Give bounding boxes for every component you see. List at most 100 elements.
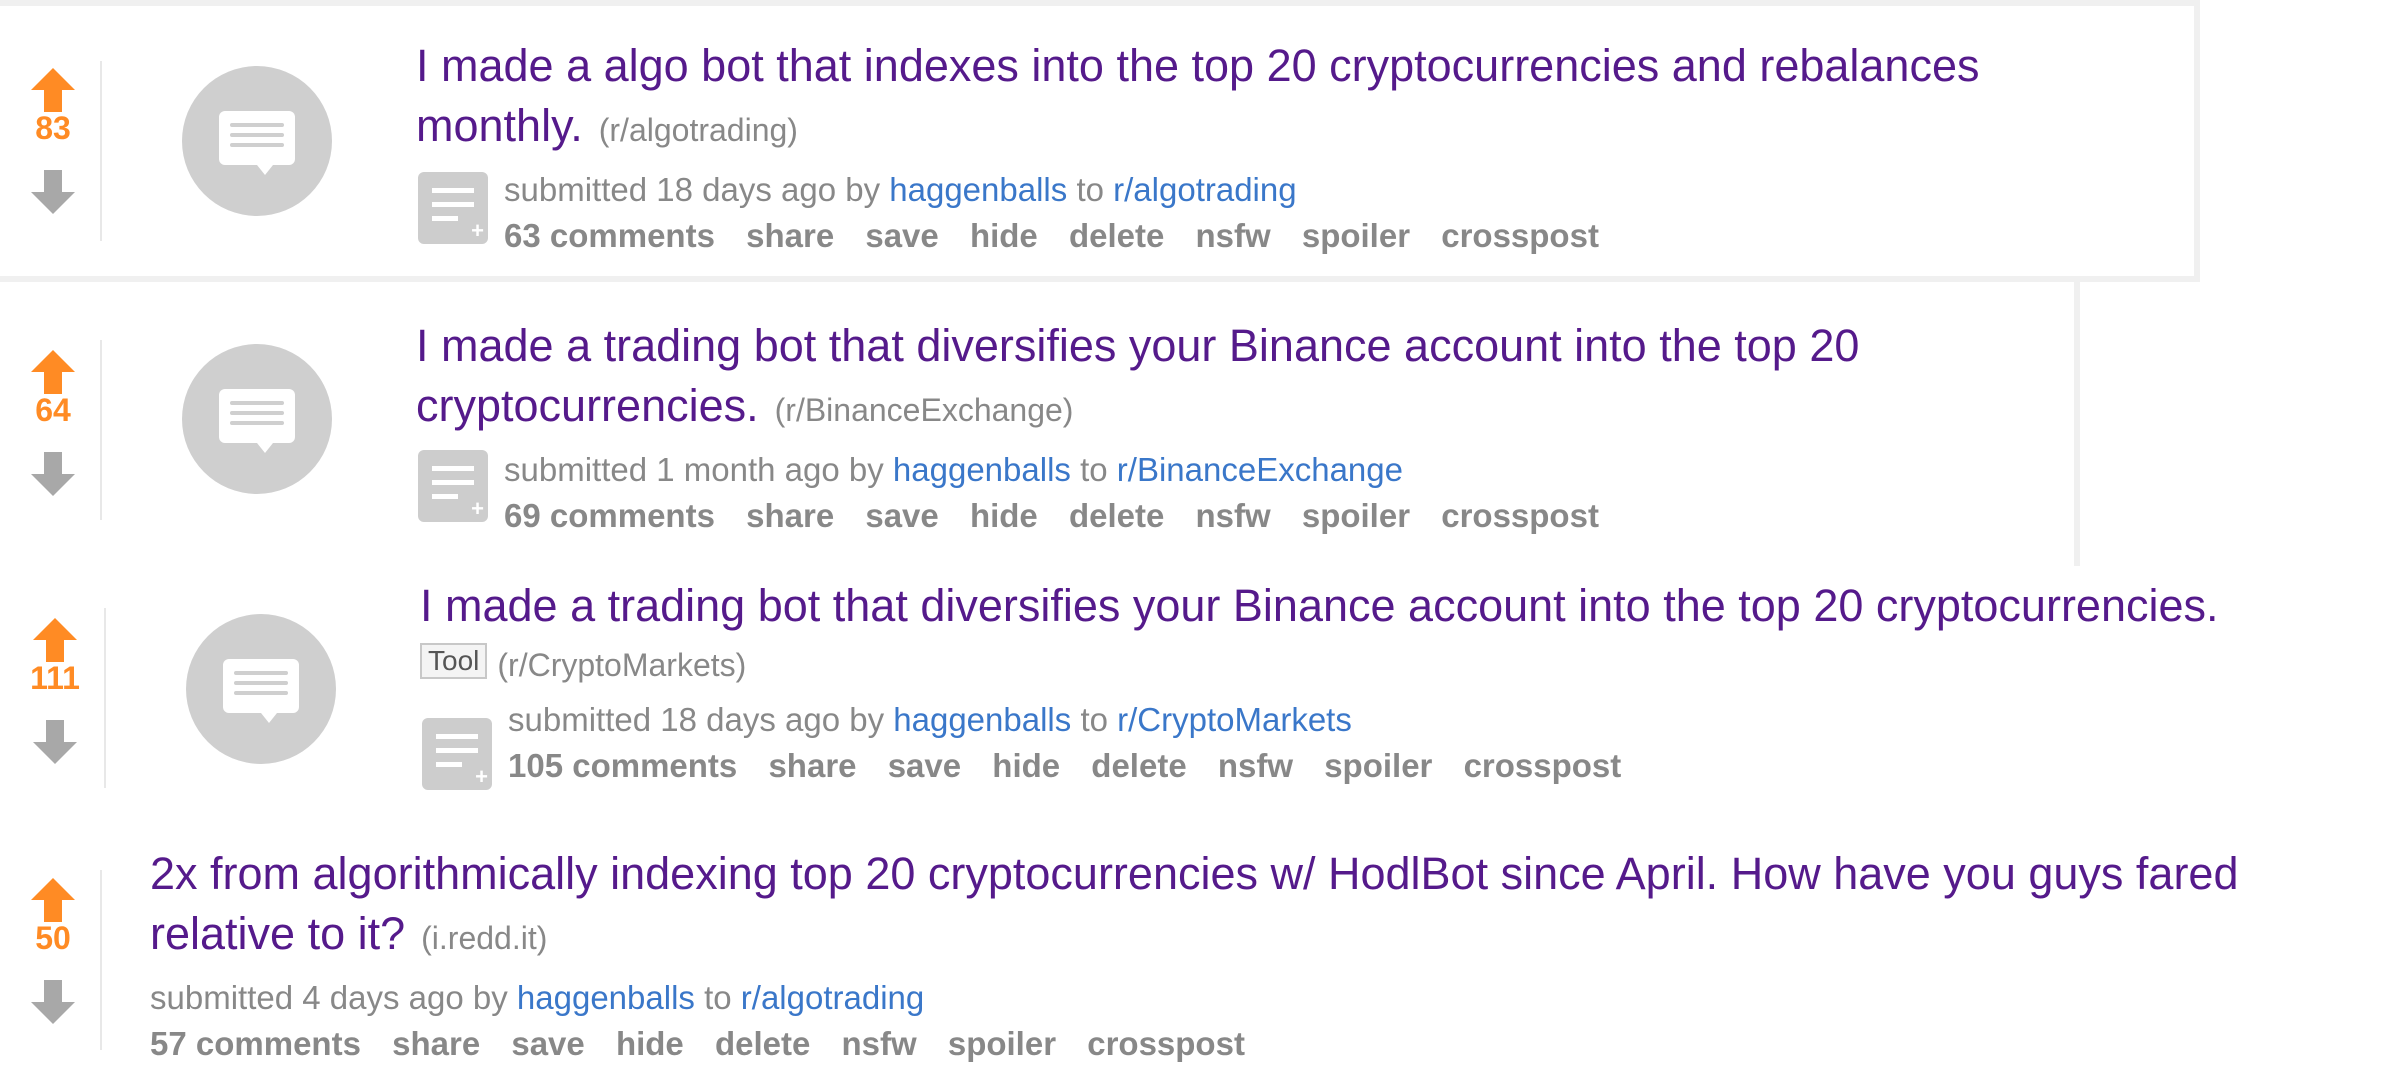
- post-time: 18 days ago: [656, 171, 837, 208]
- comments-link[interactable]: 63 comments: [504, 217, 715, 254]
- subreddit-link[interactable]: r/algotrading: [741, 979, 924, 1016]
- post-title-continued[interactable]: relative to it?: [150, 908, 405, 959]
- post-tagline: submitted 4 days ago by haggenballs to r…: [150, 976, 2395, 1020]
- post-domain[interactable]: (r/CryptoMarkets): [497, 647, 746, 683]
- hide-button[interactable]: hide: [970, 217, 1038, 254]
- link-flair: Tool: [420, 643, 488, 679]
- share-button[interactable]: share: [392, 1025, 480, 1062]
- hide-button[interactable]: hide: [616, 1025, 684, 1062]
- downvote-arrow-icon[interactable]: [31, 170, 75, 214]
- post-title[interactable]: I made a algo bot that indexes into the …: [416, 40, 1980, 91]
- save-button[interactable]: save: [511, 1025, 584, 1062]
- vote-divider: [100, 61, 102, 241]
- hide-button[interactable]: hide: [970, 497, 1038, 534]
- author-link[interactable]: haggenballs: [889, 171, 1067, 208]
- post-time: 4 days ago: [302, 979, 464, 1016]
- save-button[interactable]: save: [865, 497, 938, 534]
- upvote-arrow-icon[interactable]: [33, 618, 77, 662]
- vote-box: 50: [18, 878, 88, 1024]
- spoiler-button[interactable]: spoiler: [1302, 217, 1410, 254]
- save-button[interactable]: save: [865, 217, 938, 254]
- subreddit-link[interactable]: r/BinanceExchange: [1117, 451, 1403, 488]
- self-post-thumbnail-icon[interactable]: [186, 614, 336, 764]
- save-button[interactable]: save: [888, 747, 961, 784]
- share-button[interactable]: share: [746, 497, 834, 534]
- to-label: to: [1080, 701, 1108, 738]
- author-link[interactable]: haggenballs: [517, 979, 695, 1016]
- submitted-label: submitted: [504, 171, 648, 208]
- spoiler-button[interactable]: spoiler: [1302, 497, 1410, 534]
- by-label: by: [472, 979, 508, 1016]
- crosspost-button[interactable]: crosspost: [1087, 1025, 1245, 1062]
- downvote-arrow-icon[interactable]: [31, 980, 75, 1024]
- comments-link[interactable]: 69 comments: [504, 497, 715, 534]
- post-tagline: submitted 18 days ago by haggenballs to …: [508, 698, 2395, 742]
- upvote-arrow-icon[interactable]: [31, 68, 75, 112]
- nsfw-button[interactable]: nsfw: [842, 1025, 917, 1062]
- vote-box: 83: [18, 68, 88, 214]
- submitted-label: submitted: [504, 451, 648, 488]
- post-actions: 105 comments share save hide delete nsfw…: [508, 744, 2395, 788]
- comments-link[interactable]: 105 comments: [508, 747, 737, 784]
- delete-button[interactable]: delete: [715, 1025, 810, 1062]
- post-domain[interactable]: (r/BinanceExchange): [775, 392, 1074, 428]
- self-post-thumbnail-icon[interactable]: [182, 344, 332, 494]
- by-label: by: [845, 171, 881, 208]
- downvote-arrow-icon[interactable]: [33, 720, 77, 764]
- subreddit-link[interactable]: r/CryptoMarkets: [1117, 701, 1352, 738]
- by-label: by: [849, 701, 885, 738]
- delete-button[interactable]: delete: [1069, 497, 1164, 534]
- comments-link[interactable]: 57 comments: [150, 1025, 361, 1062]
- spoiler-button[interactable]: spoiler: [1324, 747, 1432, 784]
- post-3: 111 + I made a trading bot that diversif…: [0, 566, 2400, 816]
- post-score: 111: [30, 660, 80, 696]
- post-content: I made a trading bot that diversifies yo…: [420, 576, 2395, 788]
- self-post-thumbnail-icon[interactable]: [182, 66, 332, 216]
- to-label: to: [1080, 451, 1108, 488]
- post-score: 64: [35, 392, 71, 428]
- post-title[interactable]: I made a trading bot that diversifies yo…: [416, 320, 1859, 371]
- by-label: by: [848, 451, 884, 488]
- nsfw-button[interactable]: nsfw: [1196, 497, 1271, 534]
- post-time: 18 days ago: [660, 701, 841, 738]
- delete-button[interactable]: delete: [1069, 217, 1164, 254]
- post-actions: 63 comments share save hide delete nsfw …: [504, 214, 2196, 258]
- author-link[interactable]: haggenballs: [893, 701, 1071, 738]
- post-tagline: submitted 1 month ago by haggenballs to …: [504, 448, 2066, 492]
- post-4: 50 2x from algorithmically indexing top …: [0, 816, 2400, 1089]
- to-label: to: [1076, 171, 1104, 208]
- nsfw-button[interactable]: nsfw: [1218, 747, 1293, 784]
- spoiler-button[interactable]: spoiler: [948, 1025, 1056, 1062]
- post-domain[interactable]: (i.redd.it): [421, 920, 547, 956]
- upvote-arrow-icon[interactable]: [31, 878, 75, 922]
- post-actions: 69 comments share save hide delete nsfw …: [504, 494, 2066, 538]
- crosspost-button[interactable]: crosspost: [1441, 497, 1599, 534]
- post-content: I made a algo bot that indexes into the …: [416, 36, 2196, 258]
- hide-button[interactable]: hide: [992, 747, 1060, 784]
- delete-button[interactable]: delete: [1091, 747, 1186, 784]
- post-title-continued[interactable]: monthly.: [416, 100, 583, 151]
- post-time: 1 month ago: [656, 451, 840, 488]
- vote-divider: [100, 340, 102, 520]
- subreddit-link[interactable]: r/algotrading: [1113, 171, 1296, 208]
- vote-box: 111: [20, 618, 90, 764]
- author-link[interactable]: haggenballs: [893, 451, 1071, 488]
- crosspost-button[interactable]: crosspost: [1464, 747, 1622, 784]
- post-title[interactable]: I made a trading bot that diversifies yo…: [420, 580, 2219, 631]
- post-domain[interactable]: (r/algotrading): [599, 112, 798, 148]
- share-button[interactable]: share: [746, 217, 834, 254]
- post-actions: 57 comments share save hide delete nsfw …: [150, 1022, 2395, 1066]
- downvote-arrow-icon[interactable]: [31, 452, 75, 496]
- post-2: 64 + I made a trading bot that diversifi…: [0, 282, 2080, 566]
- nsfw-button[interactable]: nsfw: [1196, 217, 1271, 254]
- post-content: 2x from algorithmically indexing top 20 …: [150, 844, 2395, 1066]
- upvote-arrow-icon[interactable]: [31, 350, 75, 394]
- to-label: to: [704, 979, 732, 1016]
- post-title[interactable]: 2x from algorithmically indexing top 20 …: [150, 848, 2238, 899]
- post-title-continued[interactable]: cryptocurrencies.: [416, 380, 759, 431]
- share-button[interactable]: share: [768, 747, 856, 784]
- post-score: 83: [35, 110, 71, 146]
- post-tagline: submitted 18 days ago by haggenballs to …: [504, 168, 2196, 212]
- post-content: I made a trading bot that diversifies yo…: [416, 316, 2066, 538]
- crosspost-button[interactable]: crosspost: [1441, 217, 1599, 254]
